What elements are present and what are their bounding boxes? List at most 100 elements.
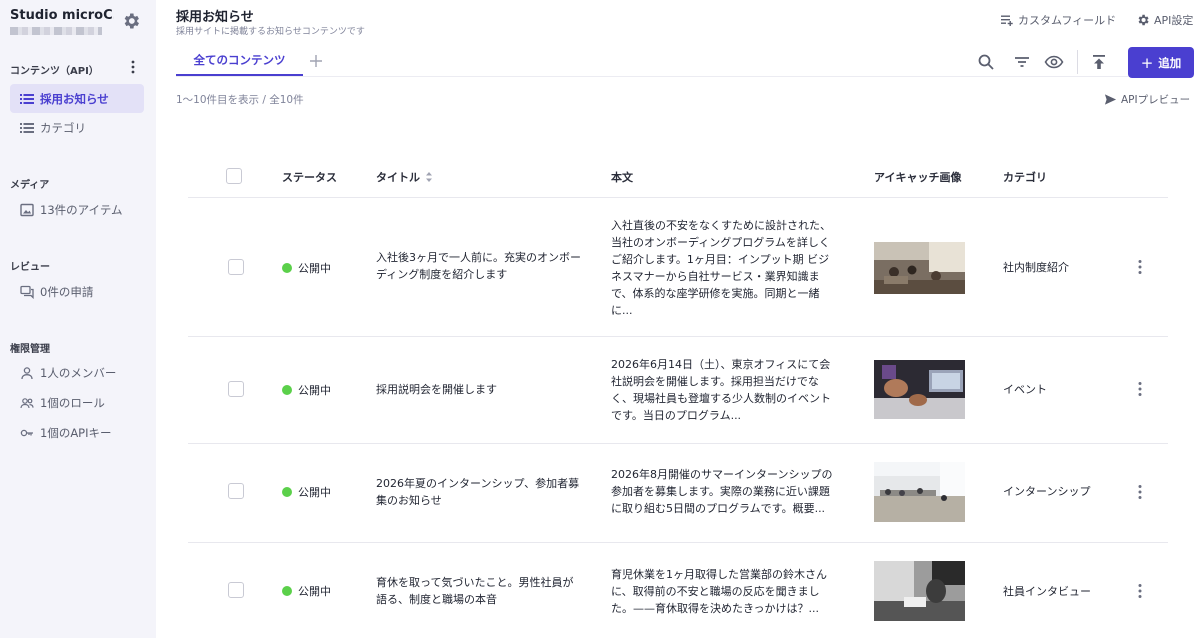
row-body: 育児休業を1ヶ月取得した営業部の鈴木さんに、取得前の不安と職場の反応を聞きました… [611,568,827,615]
status-label: 公開中 [298,262,331,275]
row-category: 社員インタビュー [1003,585,1091,598]
row-body: 2026年6月14日（土）、東京オフィスにて会社説明会を開催します。採用担当だけ… [611,358,831,422]
row-title: 入社後3ヶ月で一人前に。充実のオンボーディング制度を紹介します [376,251,581,281]
page-description: 採用サイトに掲載するお知らせコンテンツです [176,27,365,37]
table-divider [188,542,1168,543]
section-title-media: メディア [10,180,50,191]
status-dot-icon [282,586,292,596]
eye-icon[interactable] [1044,52,1064,72]
workspace-name: Studio microC... [10,8,114,23]
people-icon [20,397,34,408]
kebab-icon[interactable] [126,59,140,75]
workspace-brand[interactable]: Studio microC... [10,8,114,35]
add-button-label: 追加 [1158,55,1182,70]
row-title: 2026年夏のインターンシップ、参加者募集のお知らせ [376,477,580,507]
sidebar-item-label: カテゴリ [40,120,86,135]
column-header-body: 本文 [611,171,633,184]
section-title-permissions: 権限管理 [10,344,50,355]
row-checkbox[interactable] [228,381,244,397]
row-title: 育休を取って気づいたこと。男性社員が語る、制度と職場の本音 [376,576,574,606]
table-divider [188,197,1168,198]
sidebar-item-members[interactable]: 1人のメンバー [10,358,144,387]
column-header-title[interactable]: タイトル [376,169,434,185]
custom-fields-label: カスタムフィールド [1018,14,1117,27]
tab-all-contents[interactable]: 全てのコンテンツ [176,50,303,76]
review-icon [20,285,34,299]
sidebar-item-label: 0件の申請 [40,284,94,299]
row-checkbox[interactable] [228,582,244,598]
eyecatch-image [874,561,965,621]
sidebar-item-label: 採用お知らせ [40,91,109,106]
status-dot-icon [282,487,292,497]
sidebar-item-review[interactable]: 0件の申請 [10,277,144,306]
status-label: 公開中 [298,384,331,397]
image-icon [20,203,34,216]
row-category: インターンシップ [1003,485,1091,498]
row-category: 社内制度紹介 [1003,261,1069,274]
column-header-title-label: タイトル [376,171,420,184]
api-settings-button[interactable]: API設定 [1136,12,1193,28]
table-divider [188,443,1168,444]
status-badge: 公開中 [282,260,331,276]
status-label: 公開中 [298,585,331,598]
column-header-category: カテゴリ [1003,171,1047,184]
add-content-button[interactable]: + 追加 [1128,47,1194,78]
person-icon [21,366,33,379]
row-menu-icon[interactable] [1133,258,1147,276]
filter-icon[interactable] [1012,52,1032,72]
eyecatch-image [874,242,965,294]
list-icon [20,122,34,133]
sidebar-item-api-keys[interactable]: 1個のAPIキー [10,418,144,447]
send-icon [1104,94,1117,105]
row-menu-icon[interactable] [1133,582,1147,600]
list-icon [20,93,34,104]
page-title: 採用お知らせ [176,10,254,25]
row-body: 2026年8月開催のサマーインターンシップの参加者を募集します。実際の業務に近い… [611,468,833,515]
status-badge: 公開中 [282,382,331,398]
toolbar-divider [1077,50,1078,74]
gear-icon [1138,14,1149,26]
select-all-checkbox[interactable] [226,168,242,184]
api-preview-label: APIプレビュー [1121,94,1191,106]
sort-icon [426,172,432,182]
row-category: イベント [1003,383,1047,396]
api-preview-button[interactable]: APIプレビュー [1104,92,1190,107]
section-title-review: レビュー [10,262,50,273]
sidebar-item-media[interactable]: 13件のアイテム [10,195,144,224]
sidebar-item-label: 1個のロール [40,395,105,410]
column-header-image: アイキャッチ画像 [874,171,962,184]
row-checkbox[interactable] [228,259,244,275]
status-dot-icon [282,385,292,395]
row-title: 採用説明会を開催します [376,383,497,396]
custom-fields-button[interactable]: カスタムフィールド [1000,12,1116,28]
sidebar-item-recruit-news[interactable]: 採用お知らせ [10,84,144,113]
status-badge: 公開中 [282,583,331,599]
sidebar-item-label: 1個のAPIキー [40,425,112,440]
sidebar-item-category[interactable]: カテゴリ [10,113,144,142]
eyecatch-image [874,462,965,522]
api-settings-label: API設定 [1154,14,1194,27]
sidebar: Studio microC... コンテンツ（API） 採用お知らせ カテゴリ … [0,0,156,638]
pagination-count: 1〜10件目を表示 / 全10件 [176,94,304,106]
status-dot-icon [282,263,292,273]
row-checkbox[interactable] [228,483,244,499]
field-list-icon [1001,15,1013,26]
eyecatch-image [874,360,965,419]
tabs-divider [176,76,1194,77]
plus-icon: + [1140,53,1154,72]
sidebar-item-roles[interactable]: 1個のロール [10,388,144,417]
sidebar-item-label: 13件のアイテム [40,202,123,217]
row-menu-icon[interactable] [1133,380,1147,398]
status-badge: 公開中 [282,484,331,500]
search-icon[interactable] [976,52,996,72]
workspace-id-redacted [10,27,102,35]
key-icon [20,429,33,436]
table-divider [188,336,1168,337]
row-menu-icon[interactable] [1133,483,1147,501]
upload-icon[interactable] [1089,52,1109,72]
column-header-status[interactable]: ステータス [282,169,337,185]
gear-icon[interactable] [121,11,141,31]
section-title-content: コンテンツ（API） [10,66,99,77]
status-label: 公開中 [298,486,331,499]
add-tab-icon[interactable] [308,53,324,69]
